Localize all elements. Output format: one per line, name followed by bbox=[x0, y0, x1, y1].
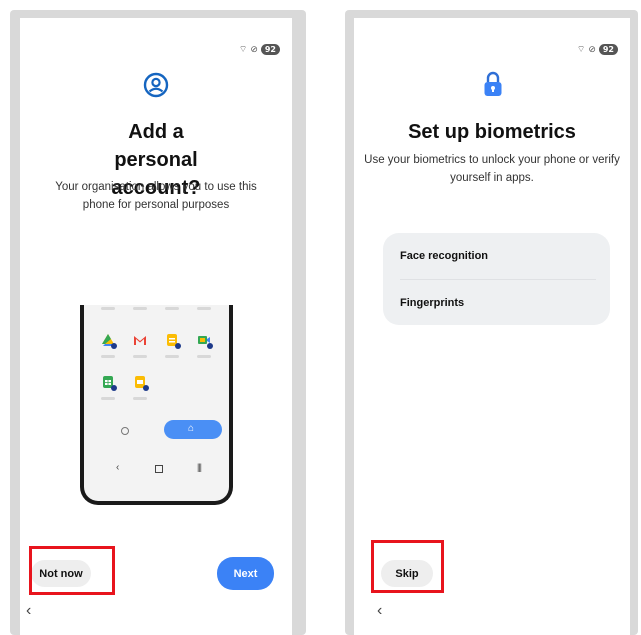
lock-icon bbox=[484, 71, 502, 96]
placeholder-bar bbox=[101, 355, 115, 358]
nav-recents-icon: ||| bbox=[197, 462, 202, 472]
placeholder-bar bbox=[165, 355, 179, 358]
fingerprints-option[interactable]: Fingerprints bbox=[400, 297, 464, 309]
status-bar: ⌔ ⊘ 92 bbox=[577, 44, 618, 55]
account-circle-icon bbox=[143, 72, 169, 98]
home-icon: ⌂ bbox=[188, 423, 195, 434]
gmail-icon bbox=[134, 336, 146, 345]
page-subtitle: Use your biometrics to unlock your phone… bbox=[364, 154, 620, 184]
placeholder-bar bbox=[101, 307, 115, 310]
back-arrow-icon[interactable]: ‹ bbox=[377, 602, 382, 620]
list-divider bbox=[400, 279, 596, 280]
nav-back-icon: ‹ bbox=[116, 462, 120, 473]
battery-indicator: 92 bbox=[260, 44, 280, 55]
placeholder-bar bbox=[133, 397, 147, 400]
page-subtitle: Your organisation allows you to use this… bbox=[55, 181, 257, 211]
status-bar: ⌔ ⊘ 92 bbox=[239, 44, 280, 55]
battery-indicator: 92 bbox=[598, 44, 618, 55]
next-button[interactable]: Next bbox=[217, 557, 274, 590]
nav-home-icon bbox=[155, 465, 163, 473]
placeholder-bar bbox=[165, 307, 179, 310]
placeholder-bar bbox=[133, 355, 147, 358]
dock-dot-icon bbox=[121, 427, 129, 435]
phone-illustration: ⌂ ‹ ||| bbox=[80, 305, 233, 505]
placeholder-bar bbox=[133, 307, 147, 310]
placeholder-bar bbox=[101, 397, 115, 400]
dnd-icon: ⊘ bbox=[588, 44, 596, 54]
app-badge bbox=[111, 343, 117, 349]
placeholder-bar bbox=[197, 307, 211, 310]
dnd-icon: ⊘ bbox=[250, 44, 258, 54]
highlight-box-not-now bbox=[29, 546, 115, 595]
back-arrow-icon[interactable]: ‹ bbox=[26, 602, 31, 620]
wifi-icon: ⌔ bbox=[238, 44, 248, 54]
app-badge bbox=[143, 385, 149, 391]
dock-highlight: ⌂ bbox=[164, 420, 222, 439]
biometrics-options-list: Face recognition Fingerprints bbox=[383, 233, 610, 325]
placeholder-bar bbox=[197, 355, 211, 358]
left-screen: ⌔ ⊘ 92 Add a personal account? Your orga… bbox=[20, 18, 292, 635]
app-badge bbox=[207, 343, 213, 349]
app-badge bbox=[175, 343, 181, 349]
app-badge bbox=[111, 385, 117, 391]
face-recognition-option[interactable]: Face recognition bbox=[400, 250, 488, 262]
wifi-icon: ⌔ bbox=[576, 44, 586, 54]
highlight-box-skip bbox=[371, 540, 444, 593]
page-title: Set up biometrics bbox=[408, 121, 576, 143]
